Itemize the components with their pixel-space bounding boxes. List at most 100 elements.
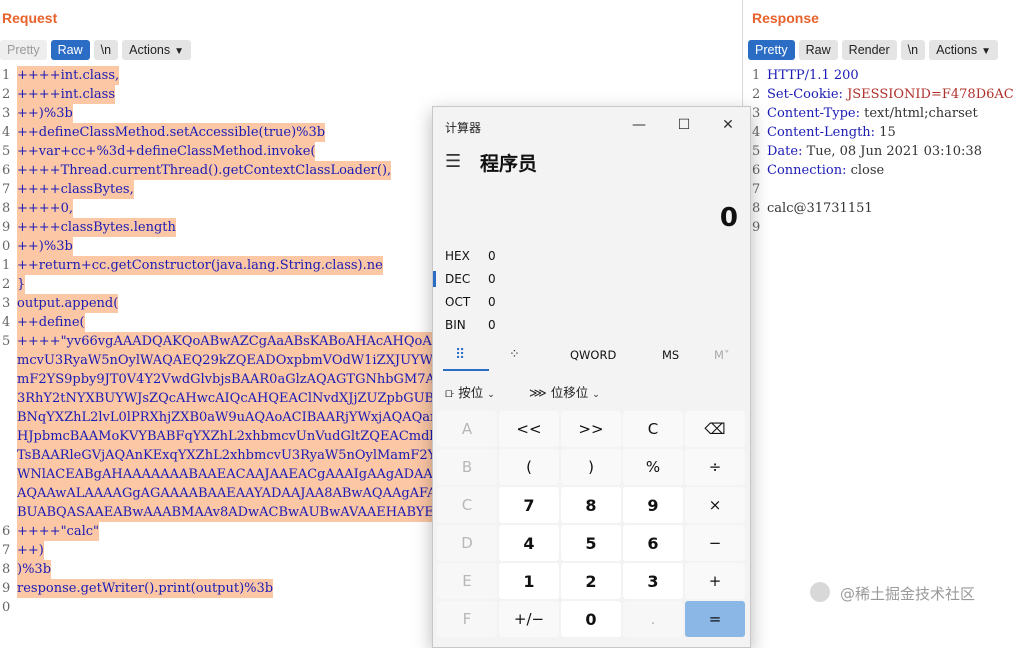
close-icon[interactable]: ✕ [718, 115, 738, 135]
line-number: 2 [752, 87, 761, 102]
calc-key[interactable]: +/− [499, 601, 559, 637]
line-number: 0 [2, 239, 11, 254]
request-newline-button[interactable]: \n [93, 40, 119, 60]
response-pretty-button[interactable]: Pretty [748, 40, 795, 60]
calc-key[interactable]: 2 [561, 563, 621, 599]
calc-key[interactable]: >> [561, 411, 621, 447]
response-key: Content-Length: [767, 125, 880, 140]
calculator-window[interactable]: 计算器 — ☐ ✕ ☰ 程序员 0 HEX 0 DEC 0 OCT 0 BIN 0 ⠿ … [432, 106, 751, 648]
radix-oct-label: OCT [445, 295, 471, 309]
calculator-display: 0 [719, 203, 738, 233]
line-text: ++++int.class, [17, 66, 120, 85]
calculator-keypad: A << >> C ⌫ B()% ÷ C 7 8 9 × D 4 5 6− E 1 2 3 + F +/− 0. = [437, 411, 747, 637]
response-render-button[interactable]: Render [841, 40, 897, 60]
response-line: 1 HTTP/1.1 200 [752, 66, 1013, 85]
line-text: TsBAARleGVjAQAnKExqYXZhL2xhbmcvU3RyaW5nO… [17, 446, 469, 465]
calc-key[interactable]: = [685, 601, 745, 637]
request-pretty-button[interactable]: Pretty [0, 40, 47, 60]
calc-key[interactable]: 6 [623, 525, 683, 561]
full-keypad-icon[interactable]: ⠿ [455, 347, 465, 363]
line-text: ++++classBytes, [17, 180, 134, 199]
bitshift-menu[interactable]: ⋙ 位移位 ⌄ [529, 382, 600, 401]
calc-key[interactable]: − [685, 525, 745, 561]
calculator-mode: 程序员 [480, 153, 538, 175]
memory-list-button[interactable]: M˅ [714, 348, 730, 362]
calc-key[interactable]: A [437, 411, 497, 447]
response-toolbar: Pretty Raw Render \n Actions ▼ [748, 40, 999, 60]
calc-key[interactable]: 7 [499, 487, 559, 523]
calc-key[interactable]: 9 [623, 487, 683, 523]
response-line: 9 [752, 218, 1013, 237]
memory-store-button[interactable]: MS [662, 348, 679, 362]
request-line: mF2YS9pby9JT0V4Y2VwdGlvbjsBAAR0aGlzAQAGT… [2, 370, 474, 389]
line-text: BNqYXZhL2lvL0lPRXhjZXB0aW9uAQAoACIBAARjY… [17, 408, 469, 427]
calc-key[interactable]: B [437, 449, 497, 485]
line-number: 2 [2, 87, 11, 102]
calc-key[interactable]: ÷ [685, 449, 745, 485]
response-actions-button[interactable]: Actions ▼ [929, 40, 999, 60]
calc-key[interactable]: ⌫ [685, 411, 745, 447]
line-text: ++)%3b [17, 237, 73, 256]
request-editor[interactable]: 1 ++++int.class, 2 ++++int.class 3 ++)%3b 4 ++d… [2, 66, 520, 617]
radix-dec-label: DEC [445, 272, 471, 286]
minimize-icon[interactable]: — [629, 115, 649, 135]
request-line: AQAAwALAAAAGgAGAAAABAAEAAYADAAJAA8ABwAQA… [2, 484, 504, 503]
response-value: text/html;charset [864, 106, 978, 121]
request-actions-button[interactable]: Actions ▼ [122, 40, 192, 60]
hamburger-menu-icon[interactable]: ☰ [445, 151, 461, 172]
line-text: ++++classBytes.length [17, 218, 176, 237]
calc-key[interactable]: % [623, 449, 683, 485]
calc-key[interactable]: E [437, 563, 497, 599]
line-text: Content-Type: text/html;charset [767, 104, 978, 123]
calc-key[interactable]: 3 [623, 563, 683, 599]
line-text: calc@31731151 [767, 199, 873, 218]
maximize-icon[interactable]: ☐ [674, 115, 694, 135]
request-line: 4 ++define( [2, 313, 432, 332]
calc-key[interactable]: C [623, 411, 683, 447]
response-newline-button[interactable]: \n [900, 40, 926, 60]
response-line: 4 Content-Length: 15 [752, 123, 1013, 142]
calc-key[interactable]: << [499, 411, 559, 447]
calc-key[interactable]: ) [561, 449, 621, 485]
bit-toggle-keypad-icon[interactable]: ⁘ [509, 347, 520, 362]
request-line: 4 ++defineClassMethod.setAccessible(true)… [2, 123, 432, 142]
calc-key[interactable]: 1 [499, 563, 559, 599]
radix-oct-value: 0 [488, 295, 496, 309]
calc-key[interactable]: 4 [499, 525, 559, 561]
request-line: mcvU3RyaW5nOylWAQAEQ29kZQEADOxpbmVOdW1iZ… [2, 351, 499, 370]
calc-key[interactable]: × [685, 487, 745, 523]
radix-dec-value: 0 [488, 272, 496, 286]
line-text: Date: Tue, 08 Jun 2021 03:10:38 [767, 142, 982, 161]
radix-dec[interactable]: DEC 0 [445, 272, 496, 286]
response-viewer[interactable]: 1 HTTP/1.1 200 2 Set-Cookie: JSESSIONID=F47… [752, 66, 1013, 237]
request-raw-button[interactable]: Raw [50, 40, 90, 60]
line-number: 5 [2, 144, 11, 159]
radix-bin-label: BIN [445, 318, 466, 332]
radix-hex[interactable]: HEX 0 [445, 249, 496, 263]
bitwise-icon: ⟥ [445, 385, 455, 400]
watermark-logo-icon [810, 582, 830, 602]
request-line: WNlACEABgAHAAAAAAABAAEACAAJAAEACgAAAIgAA… [2, 465, 505, 484]
calc-key[interactable]: F [437, 601, 497, 637]
calc-key[interactable]: . [623, 601, 683, 637]
request-line: 6 ++++Thread.currentThread().getContextCl… [2, 161, 432, 180]
calc-key[interactable]: + [685, 563, 745, 599]
calc-key[interactable]: ( [499, 449, 559, 485]
calc-key[interactable]: C [437, 487, 497, 523]
line-number: 2 [2, 277, 11, 292]
line-number: 9 [2, 220, 11, 235]
word-size-button[interactable]: QWORD [570, 348, 616, 362]
calc-key[interactable]: 8 [561, 487, 621, 523]
radix-bin[interactable]: BIN 0 [445, 318, 496, 332]
bitwise-menu[interactable]: ⟥ 按位 ⌄ [445, 382, 495, 401]
line-text: ++++"yv66vgAAADQAKQoABwAZCgAaABsKABoAHAc… [17, 332, 503, 351]
calc-key[interactable]: D [437, 525, 497, 561]
calc-key[interactable]: 5 [561, 525, 621, 561]
radix-oct[interactable]: OCT 0 [445, 295, 496, 309]
line-number: 3 [2, 106, 11, 121]
response-raw-button[interactable]: Raw [798, 40, 838, 60]
line-number: 4 [752, 125, 761, 140]
request-line: 8 ++++0, [2, 199, 432, 218]
calc-key[interactable]: 0 [561, 601, 621, 637]
line-text: ++++"calc" [17, 522, 99, 541]
